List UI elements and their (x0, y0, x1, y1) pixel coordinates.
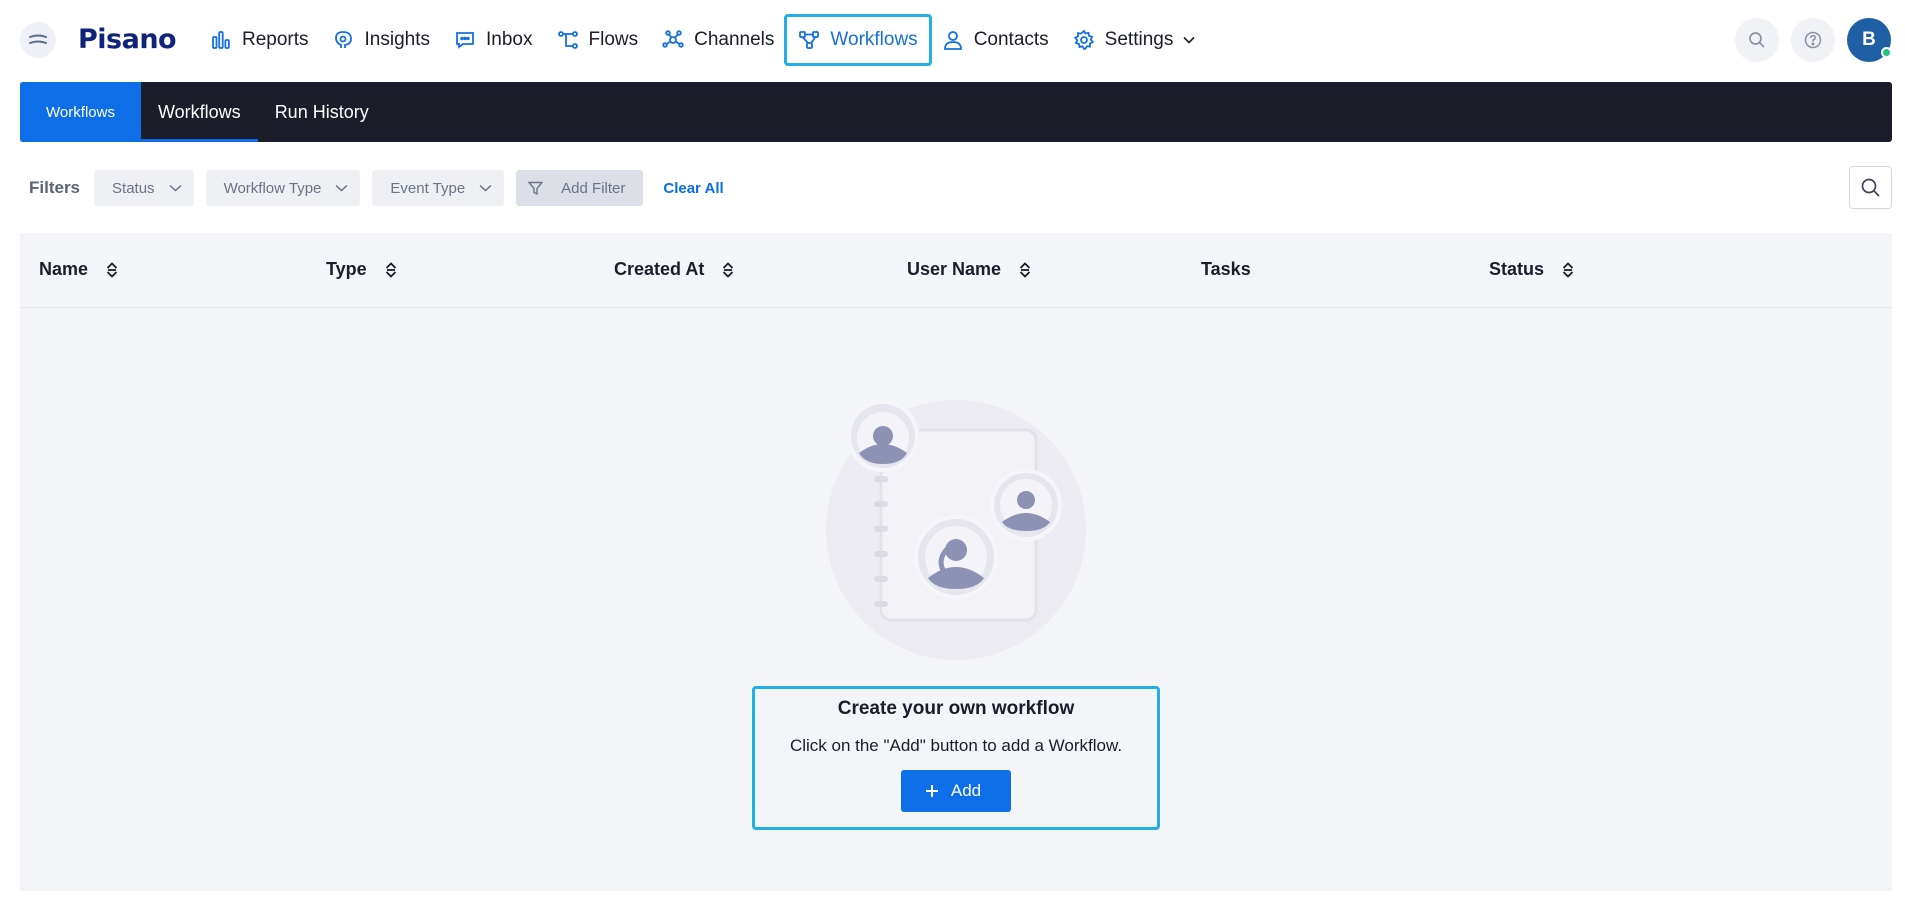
status-filter-dropdown[interactable]: Status (94, 170, 194, 206)
nav-item-contacts[interactable]: Contacts (930, 18, 1061, 62)
nav-item-channels[interactable]: Channels (650, 18, 786, 62)
chevron-down-icon (479, 184, 492, 192)
flows-icon (557, 31, 578, 49)
user-avatar[interactable]: B (1847, 18, 1892, 62)
channels-icon (662, 30, 684, 48)
filters-label: Filters (29, 178, 81, 197)
filter-label: Event Type (390, 179, 466, 197)
nav-label: Settings (1104, 29, 1174, 50)
person-icon (943, 31, 962, 50)
sort-icon[interactable] (1019, 261, 1031, 279)
brain-icon (334, 31, 352, 48)
filter-label: Status (112, 179, 155, 197)
menu-icon (29, 34, 47, 44)
nav-label: Contacts (973, 29, 1049, 50)
search-icon (1749, 32, 1765, 48)
column-label: User Name (907, 259, 1002, 279)
header-tools: B (1735, 18, 1892, 62)
search-icon (1861, 178, 1880, 197)
nav-label: Flows (588, 29, 639, 50)
column-label: Created At (614, 259, 705, 279)
bar-chart-icon (212, 31, 230, 49)
column-label: Name (39, 259, 89, 279)
global-search-button[interactable] (1735, 18, 1779, 62)
gear-icon (1073, 29, 1094, 50)
column-header-name[interactable]: Name (39, 259, 118, 280)
nav-label: Channels (694, 29, 775, 50)
add-button-label: Add (950, 781, 982, 800)
chevron-down-icon (1183, 36, 1195, 44)
nav-label: Inbox (486, 29, 533, 50)
nav-item-inbox[interactable]: Inbox (442, 18, 544, 62)
nav-item-flows[interactable]: Flows (545, 18, 651, 62)
add-filter-label: Add Filter (561, 179, 626, 197)
chat-icon (456, 32, 474, 49)
nav-label: Workflows (830, 29, 918, 50)
chevron-down-icon (169, 184, 182, 192)
nav-item-workflows[interactable]: Workflows (784, 14, 932, 66)
tab-run-history[interactable]: Run History (258, 82, 386, 142)
empty-state-description: Click on the "Add" button to add a Workf… (789, 736, 1123, 755)
sort-icon[interactable] (106, 261, 118, 279)
chevron-down-icon (335, 184, 348, 192)
menu-toggle-button[interactable] (20, 22, 56, 58)
nav-item-reports[interactable]: Reports (198, 18, 321, 62)
plus-icon (925, 785, 938, 797)
add-filter-button[interactable]: Add Filter (516, 170, 644, 206)
column-header-created-at[interactable]: Created At (614, 259, 734, 280)
tab-workflows[interactable]: Workflows (141, 82, 258, 142)
column-label: Tasks (1201, 259, 1251, 279)
sort-icon[interactable] (385, 261, 397, 279)
column-label: Status (1489, 259, 1545, 279)
nav-label: Reports (242, 29, 309, 50)
empty-state-illustration (826, 400, 1086, 660)
funnel-icon (528, 181, 544, 195)
add-workflow-button[interactable]: Add (900, 770, 1012, 812)
top-navigation: Pisano Reports Insights Inbox Flows Chan… (0, 0, 1905, 80)
help-button[interactable] (1791, 18, 1835, 62)
sort-icon[interactable] (1562, 261, 1574, 279)
filter-bar: Filters Status Workflow Type Event Type … (29, 170, 724, 206)
nav-label: Insights (364, 29, 431, 50)
section-title: Workflows (20, 82, 141, 142)
empty-state-title: Create your own workflow (837, 698, 1075, 719)
nav-item-insights[interactable]: Insights (321, 18, 442, 62)
workflows-subheader: Workflows Workflows Run History (20, 82, 1892, 142)
filter-label: Workflow Type (223, 179, 322, 197)
table-header: Name Type Created At User Name Tasks Sta… (20, 233, 1892, 308)
empty-state-panel: Create your own workflow Click on the "A… (752, 686, 1160, 830)
clear-all-link[interactable]: Clear All (663, 180, 723, 197)
column-header-status[interactable]: Status (1489, 259, 1574, 280)
nav-item-settings[interactable]: Settings (1061, 18, 1208, 62)
online-status-dot (1881, 47, 1892, 58)
column-header-user-name[interactable]: User Name (907, 259, 1031, 280)
table-search-button[interactable] (1849, 166, 1892, 209)
workflow-icon (799, 31, 820, 49)
workflow-type-filter-dropdown[interactable]: Workflow Type (205, 170, 361, 206)
column-label: Type (326, 259, 367, 279)
event-type-filter-dropdown[interactable]: Event Type (372, 170, 505, 206)
avatar-initial: B (1862, 29, 1876, 50)
main-nav: Reports Insights Inbox Flows Channels Wo… (198, 14, 1208, 66)
pisano-logo[interactable]: Pisano (78, 24, 177, 55)
help-icon (1804, 31, 1822, 49)
column-header-tasks: Tasks (1201, 259, 1251, 280)
sort-icon[interactable] (722, 261, 734, 279)
column-header-type[interactable]: Type (326, 259, 397, 280)
